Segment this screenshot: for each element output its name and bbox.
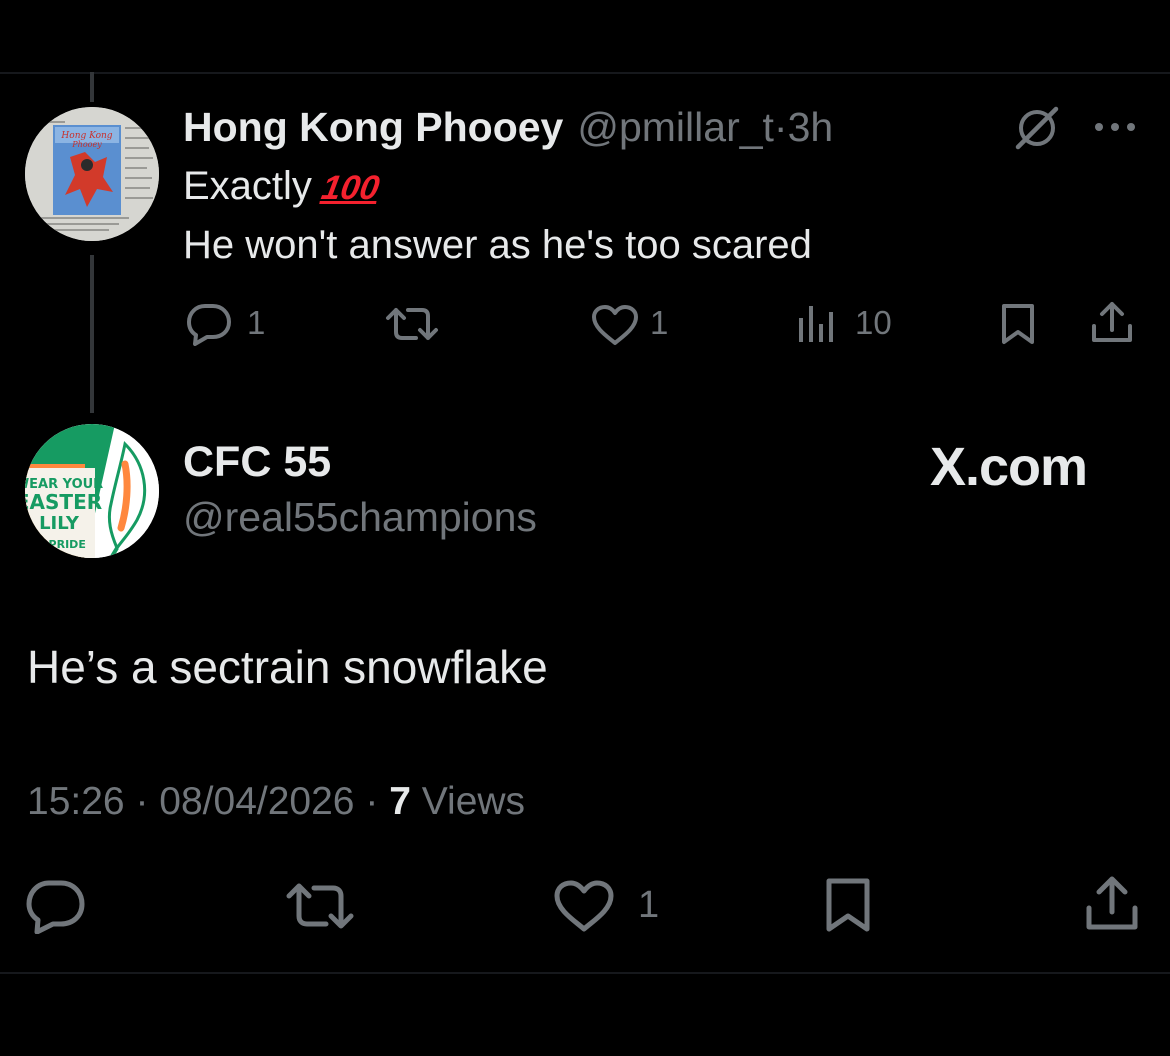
reply-separator: · <box>773 103 788 150</box>
main-views-label: Views <box>421 780 526 823</box>
reply-text-line1: Exactly 100 <box>183 164 383 209</box>
main-bookmark-icon[interactable] <box>822 876 874 934</box>
main-retweet-icon[interactable] <box>284 880 356 932</box>
thread-line <box>90 255 94 413</box>
main-like-icon[interactable] <box>552 878 616 934</box>
bookmark-icon[interactable] <box>998 302 1038 346</box>
hundred-points-icon: 100 <box>318 169 383 207</box>
reply-view-count: 10 <box>855 304 892 341</box>
main-date[interactable]: 08/04/2026 <box>159 780 354 823</box>
main-avatar-text-3: LILY <box>39 513 80 534</box>
reply-reply-count: 1 <box>247 304 266 341</box>
reply-avatar-image: Hong Kong Phooey <box>25 107 159 241</box>
bottom-divider <box>0 972 1170 974</box>
main-display-name[interactable]: CFC 55 <box>183 438 331 487</box>
reply-avatar[interactable]: Hong Kong Phooey <box>25 107 159 241</box>
reply-like-count: 1 <box>650 304 669 341</box>
thread-line-top <box>90 72 94 102</box>
views-icon[interactable] <box>795 304 839 344</box>
main-avatar-image: WEAR YOUR EASTER LILY 'H PRIDE <box>25 424 159 558</box>
main-like-count: 1 <box>638 884 660 926</box>
share-icon[interactable] <box>1088 300 1136 346</box>
reply-display-name[interactable]: Hong Kong Phooey <box>183 104 563 151</box>
like-icon[interactable] <box>590 303 640 347</box>
reply-handle-meta: @pmillar_t·3h <box>577 104 833 151</box>
main-separator-1: · <box>135 780 149 823</box>
main-avatar-text-4: 'H PRIDE <box>32 538 86 551</box>
main-views-count: 7 <box>389 780 411 823</box>
x-com-watermark: X.com <box>930 437 1088 497</box>
reply-icon[interactable] <box>185 302 233 346</box>
tweet-screenshot: Hong Kong Phooey Hong Kong Phooey @pmill… <box>0 0 1170 1056</box>
reply-time[interactable]: 3h <box>788 104 834 150</box>
reply-avatar-text-bottom: Phooey <box>71 140 102 149</box>
reply-header: Hong Kong Phooey @pmillar_t·3h <box>183 102 833 152</box>
main-meta-row: 15:26 · 08/04/2026 · 7 Views <box>27 780 525 824</box>
retweet-icon[interactable] <box>384 304 440 344</box>
grok-icon[interactable] <box>1012 103 1062 153</box>
main-tweet-text: He’s a sectrain snowflake <box>27 641 548 693</box>
main-avatar[interactable]: WEAR YOUR EASTER LILY 'H PRIDE <box>25 424 159 558</box>
main-share-icon[interactable] <box>1082 874 1142 934</box>
reply-text-line2: He won't answer as he's too scared <box>183 223 812 267</box>
main-reply-icon[interactable] <box>24 878 86 934</box>
main-separator-2: · <box>365 780 379 823</box>
reply-handle[interactable]: @pmillar_t <box>577 104 774 150</box>
top-divider <box>0 72 1170 74</box>
main-time[interactable]: 15:26 <box>27 780 125 823</box>
reply-text-exactly: Exactly <box>183 164 312 208</box>
more-icon[interactable] <box>1090 112 1140 142</box>
main-avatar-text-2: EASTER <box>25 490 102 514</box>
main-handle[interactable]: @real55champions <box>183 494 537 541</box>
